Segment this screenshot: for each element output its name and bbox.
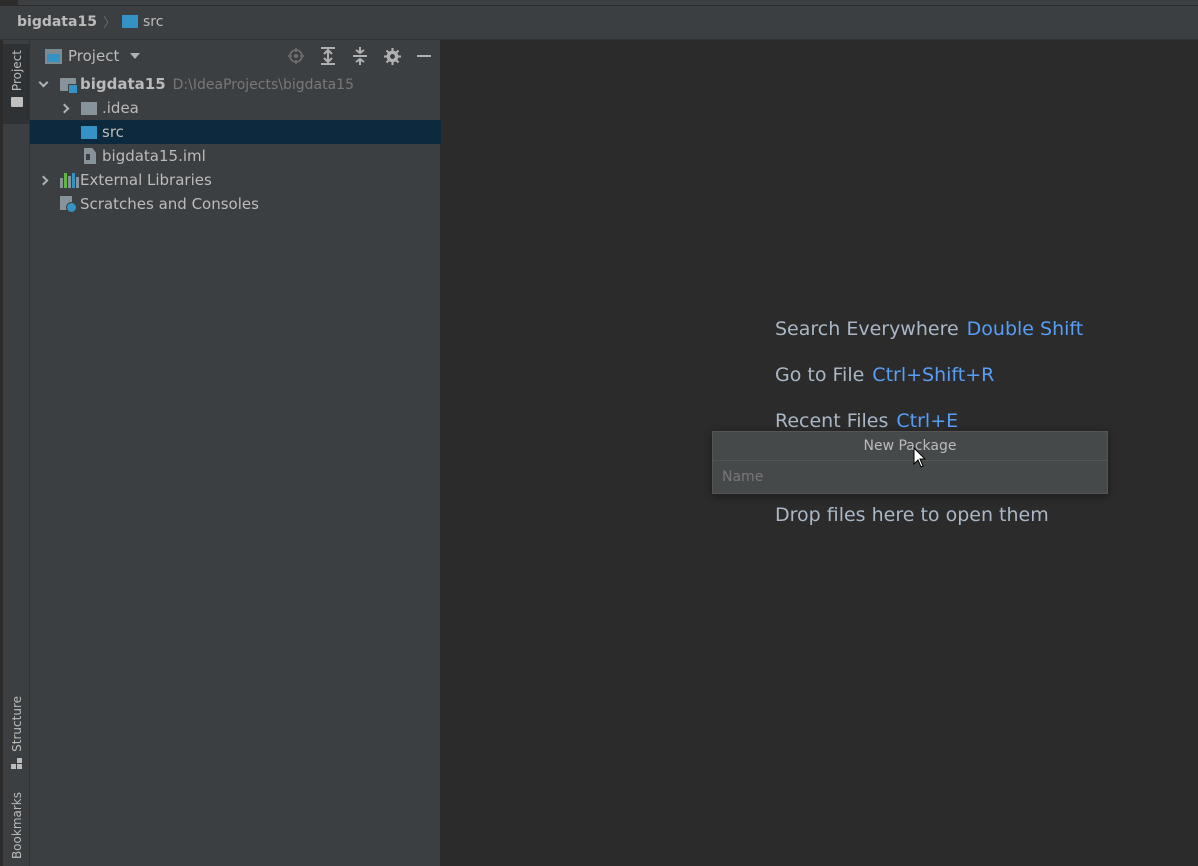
hint-search-everywhere-label: Search Everywhere <box>775 318 959 340</box>
chevron-down-icon[interactable] <box>38 77 48 89</box>
mouse-cursor-icon <box>913 447 927 468</box>
collapse-all-icon[interactable] <box>349 46 371 66</box>
hint-recent-files-label: Recent Files <box>775 410 889 432</box>
tree-item-scratches[interactable]: Scratches and Consoles <box>30 192 441 216</box>
tree-item-src[interactable]: src <box>30 120 441 144</box>
hint-search-everywhere-shortcut: Double Shift <box>966 318 1084 340</box>
package-name-field-wrapper <box>713 461 1107 493</box>
locate-icon[interactable] <box>285 46 307 66</box>
tree-item-src-label: src <box>102 123 124 141</box>
tree-item-external-libraries-label: External Libraries <box>80 171 212 189</box>
gear-icon[interactable] <box>381 46 403 66</box>
tool-tab-bookmarks-label: Bookmarks <box>9 792 24 860</box>
hint-search-everywhere: Search Everywhere Double Shift <box>775 318 1083 340</box>
project-window-icon <box>45 48 62 64</box>
chevron-right-icon[interactable] <box>38 175 48 185</box>
popup-title: New Package <box>713 432 1107 461</box>
tree-item-idea[interactable]: .idea <box>30 96 441 120</box>
scratches-icon <box>60 195 77 213</box>
package-name-input[interactable] <box>722 469 1107 485</box>
breadcrumb-src[interactable]: src <box>121 13 164 30</box>
chevron-down-icon <box>130 53 141 59</box>
folder-icon <box>10 97 23 108</box>
tree-item-bigdata15-text: bigdata15 D:\IdeaProjects\bigdata15 <box>80 75 354 93</box>
hint-recent-files-shortcut: Ctrl+E <box>896 410 959 432</box>
iml-file-icon <box>84 148 96 164</box>
folder-icon <box>121 15 138 28</box>
breadcrumb-src-label: src <box>142 13 164 30</box>
project-panel: Project bigdata15 D:\IdeaProjects\bigdat… <box>30 40 441 866</box>
project-panel-toolbar <box>275 46 435 66</box>
tree-item-iml-label: bigdata15.iml <box>102 147 206 165</box>
hint-drop-files: Drop files here to open them <box>775 504 1049 526</box>
chevron-right-icon[interactable] <box>59 103 69 113</box>
new-package-popup: New Package <box>712 431 1108 494</box>
navigation-bar: bigdata15 〉 src <box>0 0 1198 40</box>
folder-icon <box>81 101 102 115</box>
tree-item-idea-label: .idea <box>102 99 139 117</box>
tree-item-iml[interactable]: bigdata15.iml <box>30 144 441 168</box>
folder-icon <box>81 125 102 139</box>
project-tree: bigdata15 D:\IdeaProjects\bigdata15 .idea… <box>30 72 441 216</box>
breadcrumb-separator: 〉 <box>102 16 116 31</box>
libraries-icon <box>60 172 80 188</box>
title-bar-edge <box>0 0 1198 6</box>
tool-tab-project[interactable]: Project <box>3 44 30 124</box>
tool-tab-project-label: Project <box>9 50 24 92</box>
breadcrumb-project[interactable]: bigdata15 <box>17 14 97 30</box>
hint-go-to-file-shortcut: Ctrl+Shift+R <box>872 364 995 386</box>
hint-recent-files: Recent Files Ctrl+E <box>775 410 958 432</box>
left-tool-strip: Project Structure Bookmarks <box>0 40 30 866</box>
tool-tab-bookmarks[interactable]: Bookmarks <box>3 792 30 866</box>
tree-item-scratches-label: Scratches and Consoles <box>80 195 259 213</box>
tree-item-bigdata15-path: D:\IdeaProjects\bigdata15 <box>172 77 354 93</box>
expand-all-icon[interactable] <box>317 46 339 66</box>
hint-go-to-file-label: Go to File <box>775 364 865 386</box>
breadcrumb: bigdata15 〉 src <box>17 12 164 32</box>
tree-item-bigdata15-label: bigdata15 <box>80 75 166 93</box>
project-panel-header: Project <box>30 40 441 72</box>
hint-go-to-file: Go to File Ctrl+Shift+R <box>775 364 994 386</box>
module-folder-icon <box>60 77 78 94</box>
tool-tab-structure-label: Structure <box>9 696 24 752</box>
tool-tab-structure[interactable]: Structure <box>3 690 30 770</box>
tree-item-bigdata15[interactable]: bigdata15 D:\IdeaProjects\bigdata15 <box>30 72 441 96</box>
minimize-icon[interactable] <box>413 46 435 66</box>
project-view-selector[interactable]: Project <box>45 47 141 65</box>
tree-item-external-libraries[interactable]: External Libraries <box>30 168 441 192</box>
project-view-label: Project <box>68 47 120 65</box>
structure-icon <box>10 758 23 770</box>
